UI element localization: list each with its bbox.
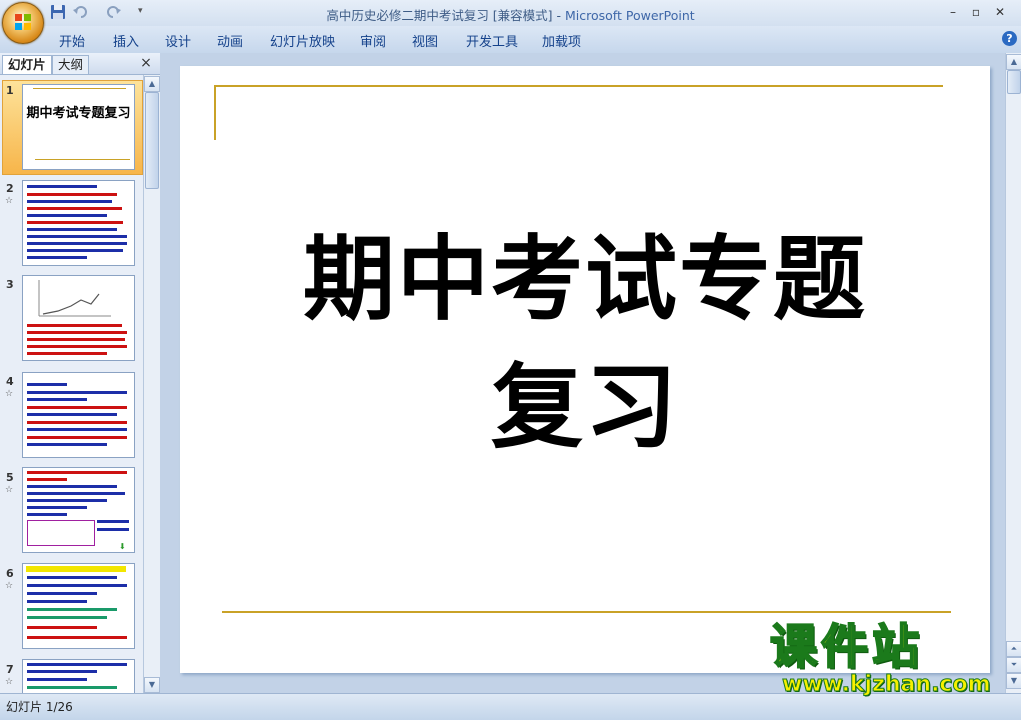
minimize-button[interactable]: –: [943, 3, 963, 21]
slide-thumbnail-6[interactable]: [22, 563, 135, 649]
slide-number: 7: [6, 663, 14, 676]
slide-count-indicator: 幻灯片 1/26: [6, 700, 73, 714]
slide-scroll-thumb[interactable]: [1007, 70, 1021, 94]
close-window-button[interactable]: ✕: [990, 3, 1010, 21]
slide-number: 1: [6, 84, 14, 97]
transition-star-icon: ☆: [5, 677, 14, 687]
slide-title-text: 期中考试专题 复习: [302, 226, 867, 461]
document-title: 高中历史必修二期中考试复习 [兼容模式] -: [326, 8, 565, 23]
office-button[interactable]: [2, 2, 44, 44]
slide-thumbnail-5[interactable]: ⬇: [22, 467, 135, 553]
help-icon[interactable]: ?: [1002, 31, 1017, 46]
transition-star-icon: ☆: [5, 196, 14, 206]
watermark-url: www.kjzhan.com: [782, 672, 992, 698]
slide-number: 5: [6, 471, 14, 484]
slide-number: 3: [6, 278, 14, 291]
left-accent-rule: [214, 85, 216, 140]
tab-outline[interactable]: 大纲: [52, 55, 90, 74]
tab-slides[interactable]: 幻灯片: [2, 55, 52, 74]
tab-developer[interactable]: 开发工具: [466, 31, 518, 50]
tab-review[interactable]: 审阅: [360, 31, 386, 50]
slide-thumbnail-7[interactable]: [22, 659, 135, 695]
tab-add-ins[interactable]: 加载项: [542, 31, 581, 50]
top-accent-rule: [214, 85, 943, 87]
watermark-logo: 课件站: [769, 620, 923, 675]
tab-view[interactable]: 视图: [412, 31, 438, 50]
previous-slide-icon[interactable]: ⏶: [1006, 641, 1021, 657]
bottom-accent-rule: [222, 611, 951, 613]
slide-number: 2: [6, 182, 14, 195]
slide-canvas[interactable]: 期中考试专题 复习: [180, 66, 990, 673]
scroll-up-icon[interactable]: ▲: [144, 76, 160, 92]
thumbnail-title: 期中考试专题复习: [26, 106, 131, 121]
maximize-button[interactable]: ▫: [966, 3, 986, 21]
tab-design[interactable]: 设计: [165, 31, 191, 50]
scroll-up-icon[interactable]: ▲: [1006, 54, 1021, 70]
office-logo-icon: [15, 14, 31, 30]
slide-thumbnail-3[interactable]: [22, 275, 135, 361]
scroll-down-icon[interactable]: ▼: [1006, 673, 1021, 689]
transition-star-icon: ☆: [5, 485, 14, 495]
transition-star-icon: ☆: [5, 389, 14, 399]
slide-scrollbar[interactable]: [1005, 53, 1021, 693]
tab-animations[interactable]: 动画: [217, 31, 243, 50]
slide-number: 6: [6, 567, 14, 580]
slide-thumbnail-1[interactable]: 期中考试专题复习: [22, 84, 135, 170]
slide-number: 4: [6, 375, 14, 388]
slide-title[interactable]: 期中考试专题 复习: [180, 216, 990, 472]
transition-star-icon: ☆: [5, 581, 14, 591]
line-graph-icon: [38, 280, 111, 317]
next-slide-icon[interactable]: ⏷: [1006, 657, 1021, 673]
slide-thumbnail-4[interactable]: [22, 372, 135, 458]
scroll-down-icon[interactable]: ▼: [144, 677, 160, 693]
tab-slide-show[interactable]: 幻灯片放映: [270, 31, 335, 50]
status-bar: [0, 693, 1021, 720]
close-panel-icon[interactable]: ×: [138, 55, 154, 71]
app-name: Microsoft PowerPoint: [565, 8, 695, 23]
slide-thumbnail-2[interactable]: [22, 180, 135, 266]
thumbnail-scroll-thumb[interactable]: [145, 92, 159, 189]
tab-insert[interactable]: 插入: [113, 31, 139, 50]
tab-home[interactable]: 开始: [59, 31, 85, 50]
window-title: 高中历史必修二期中考试复习 [兼容模式] - Microsoft PowerPo…: [0, 5, 1021, 24]
